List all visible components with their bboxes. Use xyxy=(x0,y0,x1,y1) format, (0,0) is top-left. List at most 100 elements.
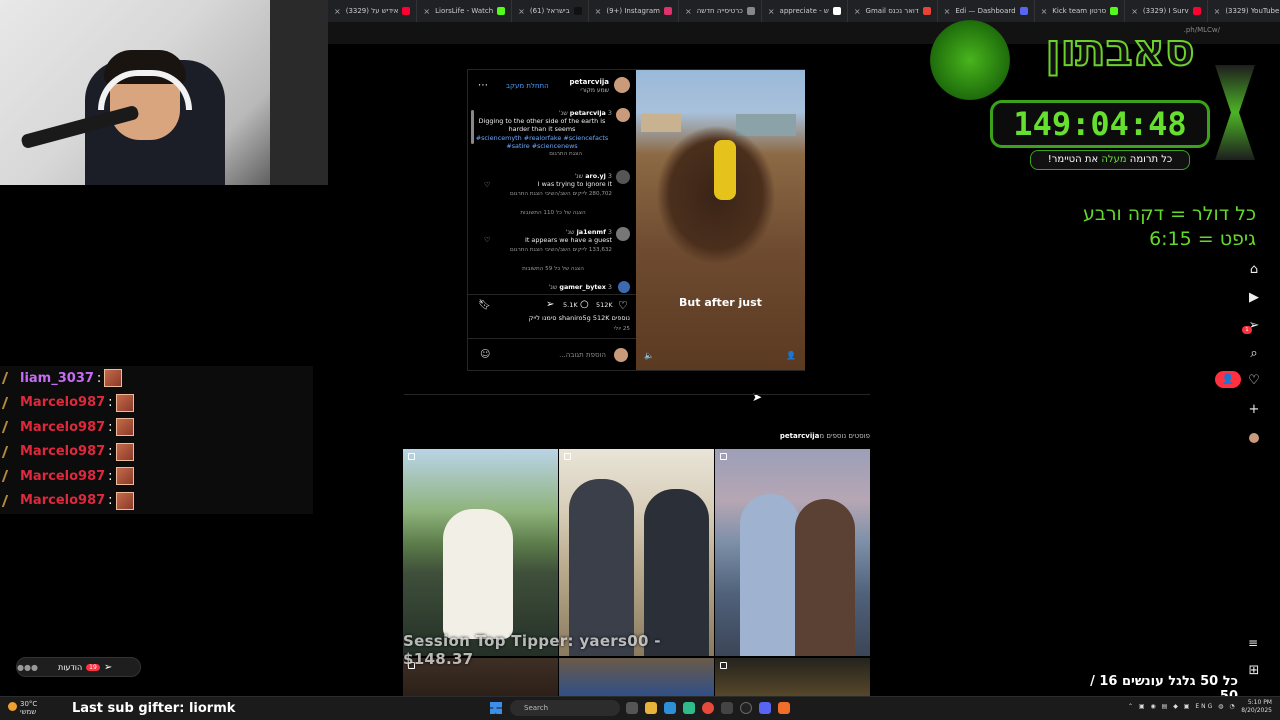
top-tipper-overlay: Session Top Tipper: yaers00 - $148.37 xyxy=(403,632,661,668)
chat-username[interactable]: Marcelo987 xyxy=(20,420,105,435)
more-posts-heading: פוסטים נוספים מpetarcvija xyxy=(700,432,870,440)
comment-username[interactable]: aro.yj xyxy=(585,172,606,180)
weather-widget[interactable]: 30°C שמשי xyxy=(8,700,37,716)
subtitle-post: את הטיימר! xyxy=(1047,154,1099,165)
close-tab-icon[interactable]: × xyxy=(854,7,861,16)
close-tab-icon[interactable]: × xyxy=(768,7,775,16)
post-video[interactable]: But after just 🔈 👤 xyxy=(636,70,805,370)
like-heart-icon[interactable]: ♡ xyxy=(618,299,628,312)
mute-icon[interactable]: 🔈 xyxy=(644,351,654,360)
close-tab-icon[interactable]: × xyxy=(518,7,525,16)
comment-text: I was trying to ignore it xyxy=(537,180,612,189)
notifications-badge: 19 xyxy=(86,663,100,671)
close-tab-icon[interactable]: × xyxy=(685,7,692,16)
language-indicator[interactable]: ENG xyxy=(1195,703,1214,710)
comment-icon[interactable]: ○ xyxy=(580,299,589,310)
app-icon[interactable] xyxy=(778,702,790,714)
comment-avatar[interactable] xyxy=(616,170,630,184)
comment-like-icon[interactable]: ♡ xyxy=(484,181,490,189)
taskbar-search[interactable]: Search xyxy=(510,700,620,716)
follow-button[interactable]: התחלת מעקב xyxy=(506,82,549,90)
edge-icon[interactable] xyxy=(664,702,676,714)
poster-avatar[interactable] xyxy=(614,77,630,93)
comment-username[interactable]: ja1enmf xyxy=(577,228,606,236)
browser-tab[interactable]: × LiorsLife - Watch xyxy=(417,0,513,22)
grid-post[interactable] xyxy=(403,449,558,656)
cannabis-leaf-icon xyxy=(930,20,1010,100)
close-tab-icon[interactable]: × xyxy=(423,7,430,16)
grid-photo-subject xyxy=(569,479,634,656)
grid-post[interactable] xyxy=(559,449,714,656)
comment-username[interactable]: petarcvija xyxy=(570,109,606,117)
comment-avatar[interactable] xyxy=(616,227,630,241)
browser-tab[interactable]: × כרטיסייה חדשה xyxy=(679,0,762,22)
tagged-user-icon[interactable]: 👤 xyxy=(786,351,796,360)
view-replies-link[interactable]: הצגה של כל 110 התשובות xyxy=(498,210,608,216)
view-replies-link[interactable]: הצגה של כל 59 התשובות xyxy=(498,266,608,272)
chat-badge-icon xyxy=(1,470,15,482)
notifications-heart-icon[interactable]: ♡ xyxy=(1246,373,1262,389)
close-tab-icon[interactable]: × xyxy=(334,7,341,16)
chat-username[interactable]: Marcelo987 xyxy=(20,444,105,459)
system-tray[interactable]: ⌃ ▣ ◉ ▤ ◆ ▣ ENG ◍ ◔ xyxy=(1128,703,1237,710)
apps-icon[interactable]: ⊞ xyxy=(1246,663,1262,679)
chat-username[interactable]: Marcelo987 xyxy=(20,469,105,484)
chat-username[interactable]: liam_3037 xyxy=(20,371,94,386)
subathon-subtitle: כל תרומה מעלה את הטיימר! xyxy=(1030,150,1190,170)
file-explorer-icon[interactable] xyxy=(645,702,657,714)
share-icon[interactable]: ➢ xyxy=(546,299,554,310)
tab-label: Gmail דואר נכנס xyxy=(865,7,919,15)
bookmark-icon[interactable]: 🔖︎ xyxy=(478,300,491,311)
grid-post[interactable] xyxy=(715,658,870,698)
profile-avatar[interactable] xyxy=(1249,433,1259,443)
more-posts-user[interactable]: petarcvija xyxy=(780,432,820,440)
emoji-icon[interactable]: ☺ xyxy=(480,349,490,360)
chrome-icon[interactable] xyxy=(702,702,714,714)
notifications-widget[interactable]: ➢ 19 הודעות ●●● xyxy=(16,657,141,677)
create-icon[interactable]: + xyxy=(1246,402,1262,418)
app-icon[interactable] xyxy=(683,702,695,714)
comment-like-icon[interactable]: ♡ xyxy=(484,236,490,244)
close-tab-icon[interactable]: × xyxy=(595,7,602,16)
chat-username[interactable]: Marcelo987 xyxy=(20,395,105,410)
comment-meta[interactable]: 133,632 לייקים השב/השיבי הצגת התרגום xyxy=(472,246,612,254)
comment-avatar[interactable] xyxy=(618,281,630,293)
chat-message: Marcelo987: xyxy=(0,440,313,464)
taskbar-clock[interactable]: 5:10 PM 8/20/2025 xyxy=(1236,699,1272,715)
app-icon[interactable] xyxy=(721,702,733,714)
comment-meta[interactable]: 280,702 לייקים השב/השיבי הצגת התרגום xyxy=(472,190,612,198)
comment-avatar[interactable] xyxy=(616,108,630,122)
comment-translate-link[interactable]: הצגת התרגום xyxy=(472,150,612,158)
more-options-icon[interactable]: ⋯ xyxy=(478,80,488,91)
poster-audio[interactable]: שמע מקורי xyxy=(580,87,609,94)
comment-username[interactable]: gamer_bytex xyxy=(559,283,605,291)
add-comment-input[interactable]: הוספת תגובה... xyxy=(559,351,606,359)
poster-username[interactable]: petarcvija xyxy=(569,78,609,86)
browser-tab[interactable]: × אידיש על (3329) xyxy=(328,0,418,22)
menu-icon[interactable]: ≡ xyxy=(1248,636,1258,650)
reels-icon[interactable]: ▶ xyxy=(1246,290,1262,306)
search-icon[interactable]: ⌕ xyxy=(1246,346,1262,362)
task-view-icon[interactable] xyxy=(626,702,638,714)
browser-tab[interactable]: × (61) בישראל xyxy=(512,0,589,22)
tab-favicon-icon xyxy=(497,7,506,15)
browser-tab[interactable]: × Gmail דואר נכנס xyxy=(848,0,938,22)
more-posts-prefix: פוסטים נוספים מ xyxy=(819,432,870,440)
browser-tab[interactable]: × appreciate - ש xyxy=(762,0,848,22)
liked-by-text[interactable]: נוספים shaniro5g 512K סימנו לייק xyxy=(529,314,630,322)
action-divider xyxy=(468,338,636,339)
chat-emote-icon xyxy=(115,491,134,510)
subtitle-highlight: מעלה xyxy=(1101,154,1127,165)
current-user-avatar xyxy=(614,348,628,362)
chat-username[interactable]: Marcelo987 xyxy=(20,493,105,508)
grid-post[interactable] xyxy=(715,449,870,656)
home-icon[interactable]: ⌂ xyxy=(1246,262,1262,278)
browser-tab[interactable]: × (9+) Instagram xyxy=(589,0,679,22)
discord-icon[interactable] xyxy=(759,702,771,714)
notification-pill[interactable]: 👤 xyxy=(1215,371,1241,388)
comment-hashtags[interactable]: #sciencemyth #realorfake #sciencefacts #… xyxy=(472,134,612,150)
likes-count: 512K xyxy=(596,301,613,309)
obs-icon[interactable] xyxy=(740,702,752,714)
hourglass-icon xyxy=(1215,65,1255,160)
subtitle-pre: כל תרומה xyxy=(1129,154,1173,165)
